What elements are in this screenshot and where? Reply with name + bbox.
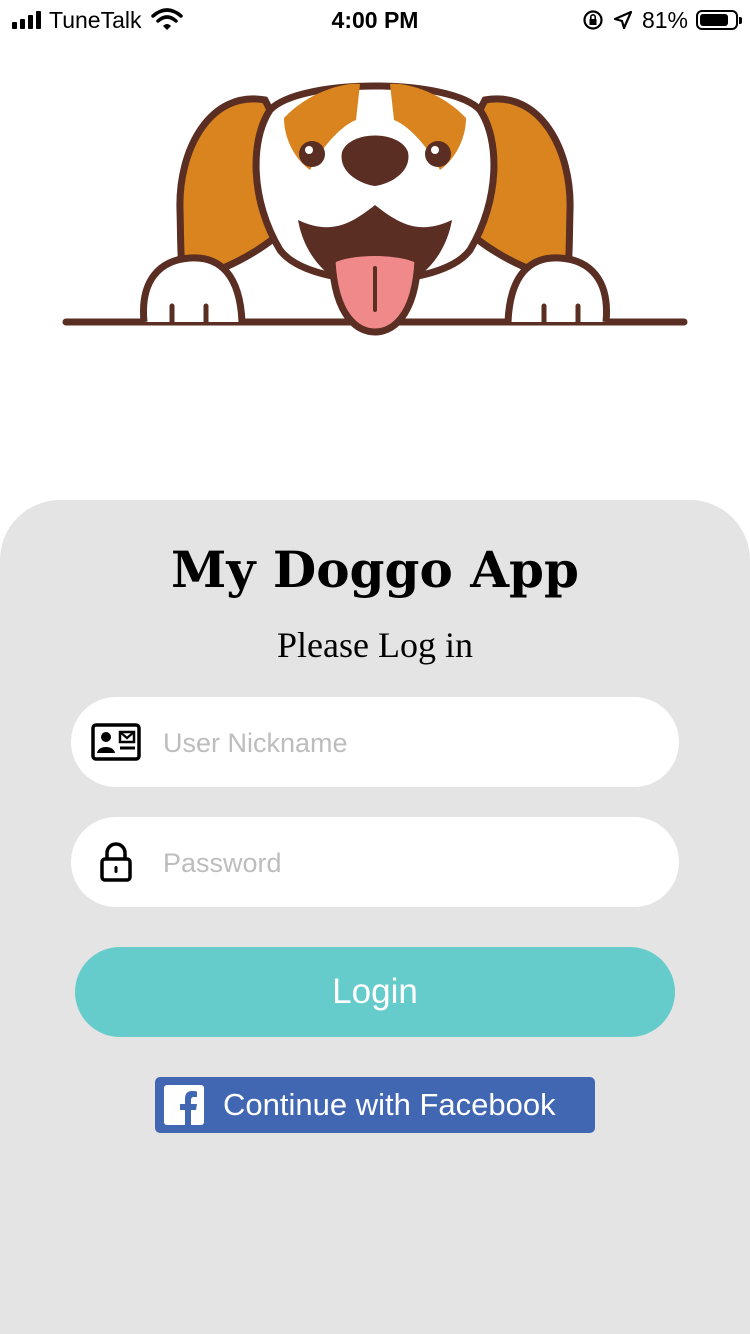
facebook-login-button[interactable]: Continue with Facebook — [155, 1077, 595, 1133]
id-card-icon — [91, 722, 141, 762]
login-panel: My Doggo App Please Log in Login — [0, 500, 750, 1334]
location-arrow-icon — [613, 10, 633, 30]
login-button[interactable]: Login — [75, 947, 675, 1037]
status-right: 81% — [582, 6, 742, 34]
app-title: My Doggo App — [171, 540, 579, 599]
beagle-dog-illustration — [62, 82, 688, 336]
nickname-input[interactable] — [161, 697, 655, 789]
nickname-field[interactable] — [71, 697, 679, 789]
password-field[interactable] — [71, 817, 679, 909]
orientation-lock-icon — [583, 10, 603, 30]
hero-image-area — [0, 40, 750, 510]
battery-icon — [696, 10, 742, 30]
password-input[interactable] — [161, 817, 655, 909]
status-bar: TuneTalk 4:00 PM 81% — [0, 0, 750, 40]
padlock-icon — [91, 842, 141, 882]
facebook-logo-icon — [164, 1085, 204, 1125]
login-subtitle: Please Log in — [277, 625, 473, 665]
battery-percent: 81% — [641, 6, 688, 33]
facebook-button-label: Continue with Facebook — [223, 1087, 556, 1122]
